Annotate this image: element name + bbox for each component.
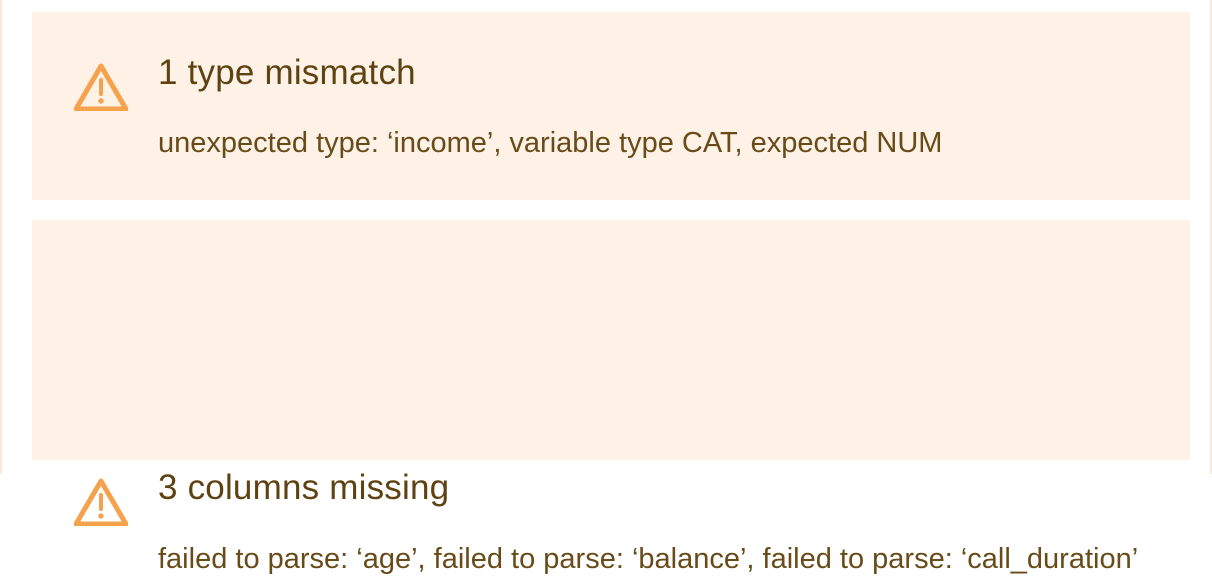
validation-panel: 1 type mismatch unexpected type: ‘income… bbox=[0, 0, 1212, 575]
warning-triangle-icon bbox=[74, 478, 128, 526]
warning-triangle-icon bbox=[74, 63, 128, 111]
type-mismatch-alert: 1 type mismatch unexpected type: ‘income… bbox=[32, 12, 1190, 200]
missing-columns-alert: 3 columns missing failed to parse: ‘age’… bbox=[32, 220, 1190, 575]
alert-message: failed to parse: ‘age’, failed to parse:… bbox=[158, 543, 1139, 575]
alert-title: 1 type mismatch bbox=[158, 53, 416, 92]
alert-message: unexpected type: ‘income’, variable type… bbox=[158, 127, 943, 159]
alert-title: 3 columns missing bbox=[158, 468, 450, 507]
